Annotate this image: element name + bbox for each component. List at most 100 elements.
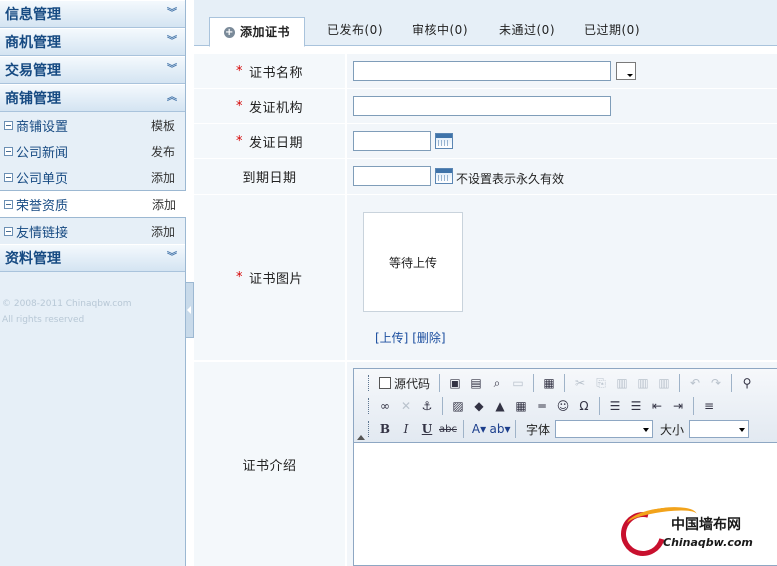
find-icon[interactable]: ⚲ <box>738 374 756 392</box>
link-icon[interactable]: ∞ <box>376 397 394 415</box>
special-char-icon[interactable]: Ω <box>575 397 593 415</box>
font-select[interactable] <box>555 420 654 438</box>
collapse-box-icon <box>4 146 13 156</box>
collapse-box-icon <box>4 226 13 236</box>
calendar-icon[interactable] <box>435 168 453 184</box>
expire-date-input[interactable] <box>353 166 431 186</box>
calendar-icon[interactable] <box>435 133 453 149</box>
image-icon[interactable]: ▨ <box>449 397 467 415</box>
tab-pending-review[interactable]: 审核中(0) <box>412 17 468 46</box>
sidebar-item-label: 友情链接 <box>16 225 69 241</box>
copy-icon[interactable]: ⎘ <box>592 374 610 392</box>
editor-toolbar: 源代码 ▣ ▤ ⌕ ▭ ▦ ✂ ⎘ ▥ ▥ ▥ ↶ ↷ ⚲ ∞ ✕ ⚓ ▨ ◆ … <box>354 369 777 443</box>
flash-icon[interactable]: ◆ <box>470 397 488 415</box>
sidebar-item-label: 公司单页 <box>16 171 69 187</box>
print-icon[interactable]: ▭ <box>509 374 527 392</box>
source-icon <box>379 377 391 389</box>
form-row-issue-date: * 发证日期 <box>194 124 777 159</box>
chevron-down-icon: ︾ <box>167 8 177 19</box>
paste-word-icon[interactable]: ▥ <box>655 374 673 392</box>
sidebar-item-action-link[interactable]: 添加 <box>151 169 175 186</box>
redo-icon[interactable]: ↷ <box>707 374 725 392</box>
menu-section-label: 商铺管理 <box>5 91 61 107</box>
size-select[interactable] <box>689 420 750 438</box>
sidebar-item-friend-links[interactable]: 友情链接 添加 <box>0 218 185 244</box>
tab-expired[interactable]: 已过期(0) <box>584 17 640 46</box>
copyright-line: All rights reserved <box>2 315 85 325</box>
background-color-icon[interactable]: ab▾ <box>490 420 511 438</box>
indent-icon[interactable]: ⇥ <box>669 397 687 415</box>
color-picker-button[interactable] <box>616 62 636 80</box>
paste-icon[interactable]: ▥ <box>613 374 631 392</box>
form-row-expire-date: 到期日期 不设置表示永久有效 <box>194 159 777 195</box>
new-page-icon[interactable]: ▤ <box>467 374 485 392</box>
chevron-down-icon: ︾ <box>167 36 177 47</box>
image-preview: 等待上传 <box>363 212 463 312</box>
field-label: 到期日期 <box>242 171 297 186</box>
toolbar-collapse-icon[interactable] <box>357 435 365 440</box>
italic-icon[interactable]: I <box>397 420 415 438</box>
horizontal-rule-icon[interactable]: ═ <box>533 397 551 415</box>
field-label: 证书介绍 <box>242 458 297 474</box>
required-mark: * <box>235 270 243 285</box>
tab-rejected[interactable]: 未通过(0) <box>499 17 555 46</box>
required-mark: * <box>235 98 243 114</box>
sidebar-item-honors[interactable]: 荣誉资质 添加 <box>0 190 186 218</box>
strikethrough-icon[interactable]: abc <box>439 420 457 438</box>
menu-section-business[interactable]: 商机管理 ︾ <box>0 28 185 56</box>
issue-date-input[interactable] <box>353 131 431 151</box>
delete-link[interactable]: [删除] <box>412 331 445 345</box>
table-icon[interactable]: ▦ <box>512 397 530 415</box>
font-label: 字体 <box>526 422 551 437</box>
sidebar-item-action-link[interactable]: 添加 <box>151 223 175 240</box>
outdent-icon[interactable]: ⇤ <box>648 397 666 415</box>
issuer-input[interactable] <box>353 96 611 116</box>
numbered-list-icon[interactable]: ☰ <box>606 397 624 415</box>
paste-text-icon[interactable]: ▥ <box>634 374 652 392</box>
tab-published[interactable]: 已发布(0) <box>327 17 383 46</box>
menu-section-label: 资料管理 <box>5 251 61 267</box>
menu-section-trade[interactable]: 交易管理 ︾ <box>0 56 185 84</box>
source-label: 源代码 <box>394 376 431 391</box>
unlink-icon[interactable]: ✕ <box>397 397 415 415</box>
menu-section-label: 商机管理 <box>5 35 61 51</box>
source-code-button[interactable]: 源代码 <box>376 375 433 392</box>
sidebar-item-shop-settings[interactable]: 商铺设置 模板 <box>0 112 185 138</box>
required-mark: * <box>235 133 243 149</box>
sidebar: 信息管理 ︾ 商机管理 ︾ 交易管理 ︾ 商铺管理 ︽ 商铺设置 模板 公司新闻… <box>0 0 186 566</box>
align-left-icon[interactable]: ≡ <box>700 397 718 415</box>
sidebar-item-action-link[interactable]: 添加 <box>152 196 176 213</box>
sidebar-item-label: 商铺设置 <box>16 119 69 135</box>
cut-icon[interactable]: ✂ <box>571 374 589 392</box>
tab-add-certificate[interactable]: + 添加证书 <box>209 17 306 47</box>
underline-icon[interactable]: U <box>418 420 436 438</box>
templates-icon[interactable]: ▦ <box>540 374 558 392</box>
chevron-down-icon: ︾ <box>167 252 177 263</box>
save-icon[interactable]: ▣ <box>446 374 464 392</box>
sidebar-item-company-news[interactable]: 公司新闻 发布 <box>0 138 185 164</box>
media-icon[interactable]: ▲ <box>491 397 509 415</box>
menu-section-resources[interactable]: 资料管理 ︾ <box>0 244 185 272</box>
cert-name-input[interactable] <box>353 61 611 81</box>
bulleted-list-icon[interactable]: ☰ <box>627 397 645 415</box>
plus-circle-icon: + <box>224 26 235 38</box>
anchor-icon[interactable]: ⚓ <box>418 397 436 415</box>
sidebar-item-company-page[interactable]: 公司单页 添加 <box>0 164 185 190</box>
text-color-icon[interactable]: A▾ <box>470 420 488 438</box>
chevron-down-icon: ︾ <box>167 64 177 75</box>
chevron-up-icon: ︽ <box>167 92 177 103</box>
smiley-icon[interactable]: ☺ <box>554 397 572 415</box>
sidebar-item-action-link[interactable]: 发布 <box>151 143 175 160</box>
sidebar-collapse-handle[interactable] <box>186 282 194 338</box>
tab-label: 添加证书 <box>240 24 291 39</box>
preview-icon[interactable]: ⌕ <box>488 374 506 392</box>
sidebar-item-action-link[interactable]: 模板 <box>151 117 175 134</box>
menu-section-label: 交易管理 <box>5 63 61 79</box>
undo-icon[interactable]: ↶ <box>686 374 704 392</box>
collapse-box-icon <box>4 172 13 182</box>
upload-link[interactable]: [上传] <box>375 331 408 345</box>
bold-icon[interactable]: B <box>376 420 394 438</box>
sidebar-item-label: 荣誉资质 <box>16 198 69 214</box>
menu-section-shop[interactable]: 商铺管理 ︽ <box>0 84 185 112</box>
menu-section-info[interactable]: 信息管理 ︾ <box>0 0 185 28</box>
